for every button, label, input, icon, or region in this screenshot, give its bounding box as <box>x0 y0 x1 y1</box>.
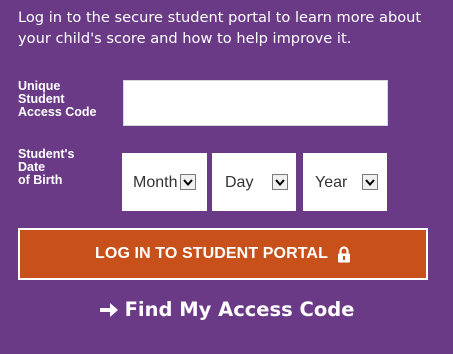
login-panel: Log in to the secure student portal to l… <box>0 0 453 354</box>
chevron-down-icon[interactable] <box>362 174 378 190</box>
year-select-value: Year <box>315 174 348 191</box>
arrow-right-icon <box>99 302 118 317</box>
month-select-value: Month <box>133 174 178 191</box>
day-select[interactable]: Day <box>212 153 296 211</box>
date-of-birth-label: Student's Date of Birth <box>18 147 75 187</box>
day-select-value: Day <box>225 174 254 191</box>
login-button[interactable]: LOG IN TO STUDENT PORTAL <box>18 228 428 280</box>
access-code-label: Unique Student Access Code <box>18 79 97 119</box>
find-access-code-label: Find My Access Code <box>124 298 355 321</box>
chevron-down-icon[interactable] <box>180 174 196 190</box>
login-button-label: LOG IN TO STUDENT PORTAL <box>95 245 328 262</box>
intro-text: Log in to the secure student portal to l… <box>18 9 422 47</box>
lock-icon <box>337 245 350 262</box>
year-select[interactable]: Year <box>303 153 387 211</box>
month-select[interactable]: Month <box>122 153 207 211</box>
chevron-down-icon[interactable] <box>272 174 288 190</box>
access-code-input[interactable] <box>123 80 388 126</box>
find-access-code-link[interactable]: Find My Access Code <box>0 298 453 321</box>
